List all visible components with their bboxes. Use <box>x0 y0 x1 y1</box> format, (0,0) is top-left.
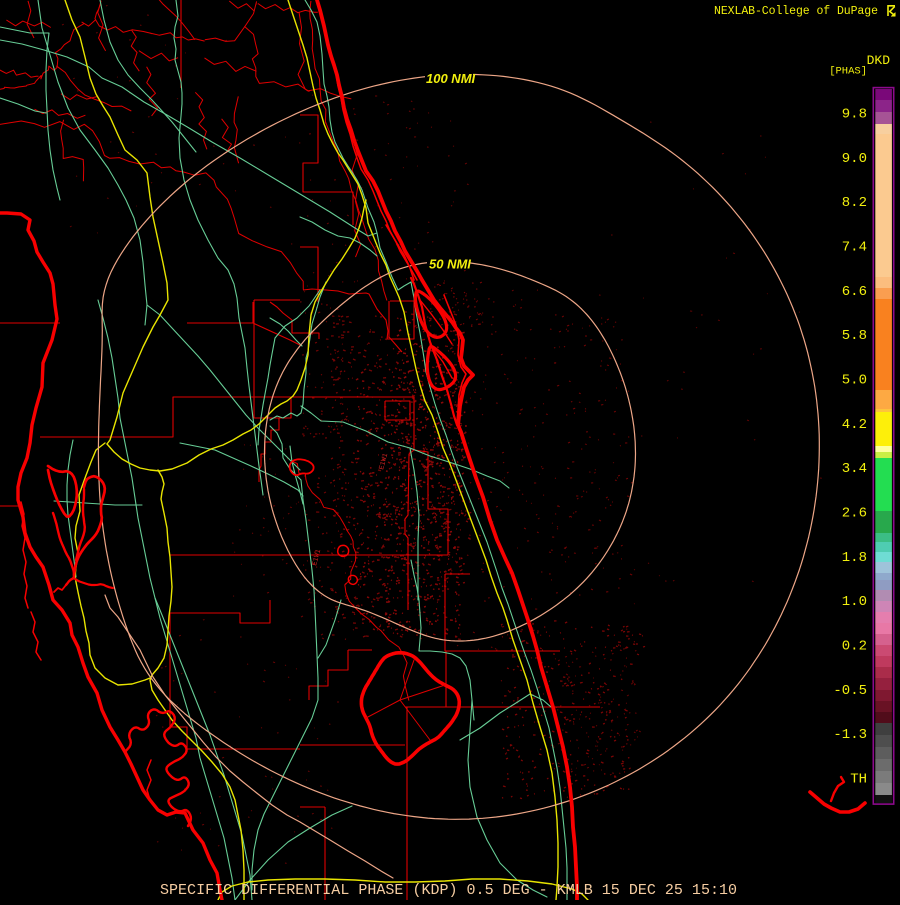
svg-text:1.8: 1.8 <box>842 550 867 566</box>
svg-text:4.2: 4.2 <box>842 417 867 433</box>
svg-text:NEXLAB-College of DuPage: NEXLAB-College of DuPage <box>714 5 878 18</box>
svg-text:1.0: 1.0 <box>842 594 867 610</box>
svg-text:100 NMI: 100 NMI <box>426 71 476 86</box>
svg-text:9.8: 9.8 <box>842 107 867 123</box>
svg-text:[PHAS]: [PHAS] <box>829 66 867 78</box>
svg-text:8.2: 8.2 <box>842 195 867 211</box>
svg-text:-1.3: -1.3 <box>833 727 867 743</box>
svg-text:TH: TH <box>850 771 867 787</box>
svg-text:DKD: DKD <box>867 53 891 68</box>
svg-text:2.6: 2.6 <box>842 506 867 522</box>
svg-text:6.6: 6.6 <box>842 284 867 300</box>
svg-text:SPECIFIC DIFFERENTIAL PHASE (K: SPECIFIC DIFFERENTIAL PHASE (KDP) 0.5 DE… <box>160 882 737 899</box>
svg-text:7.4: 7.4 <box>842 240 867 256</box>
svg-text:9.0: 9.0 <box>842 151 867 167</box>
svg-text:0.2: 0.2 <box>842 639 867 655</box>
svg-text:5.8: 5.8 <box>842 328 867 344</box>
svg-text:5.0: 5.0 <box>842 373 867 389</box>
svg-text:3.4: 3.4 <box>842 461 867 477</box>
svg-text:50 NMI: 50 NMI <box>429 257 471 272</box>
svg-text:-0.5: -0.5 <box>833 683 867 699</box>
